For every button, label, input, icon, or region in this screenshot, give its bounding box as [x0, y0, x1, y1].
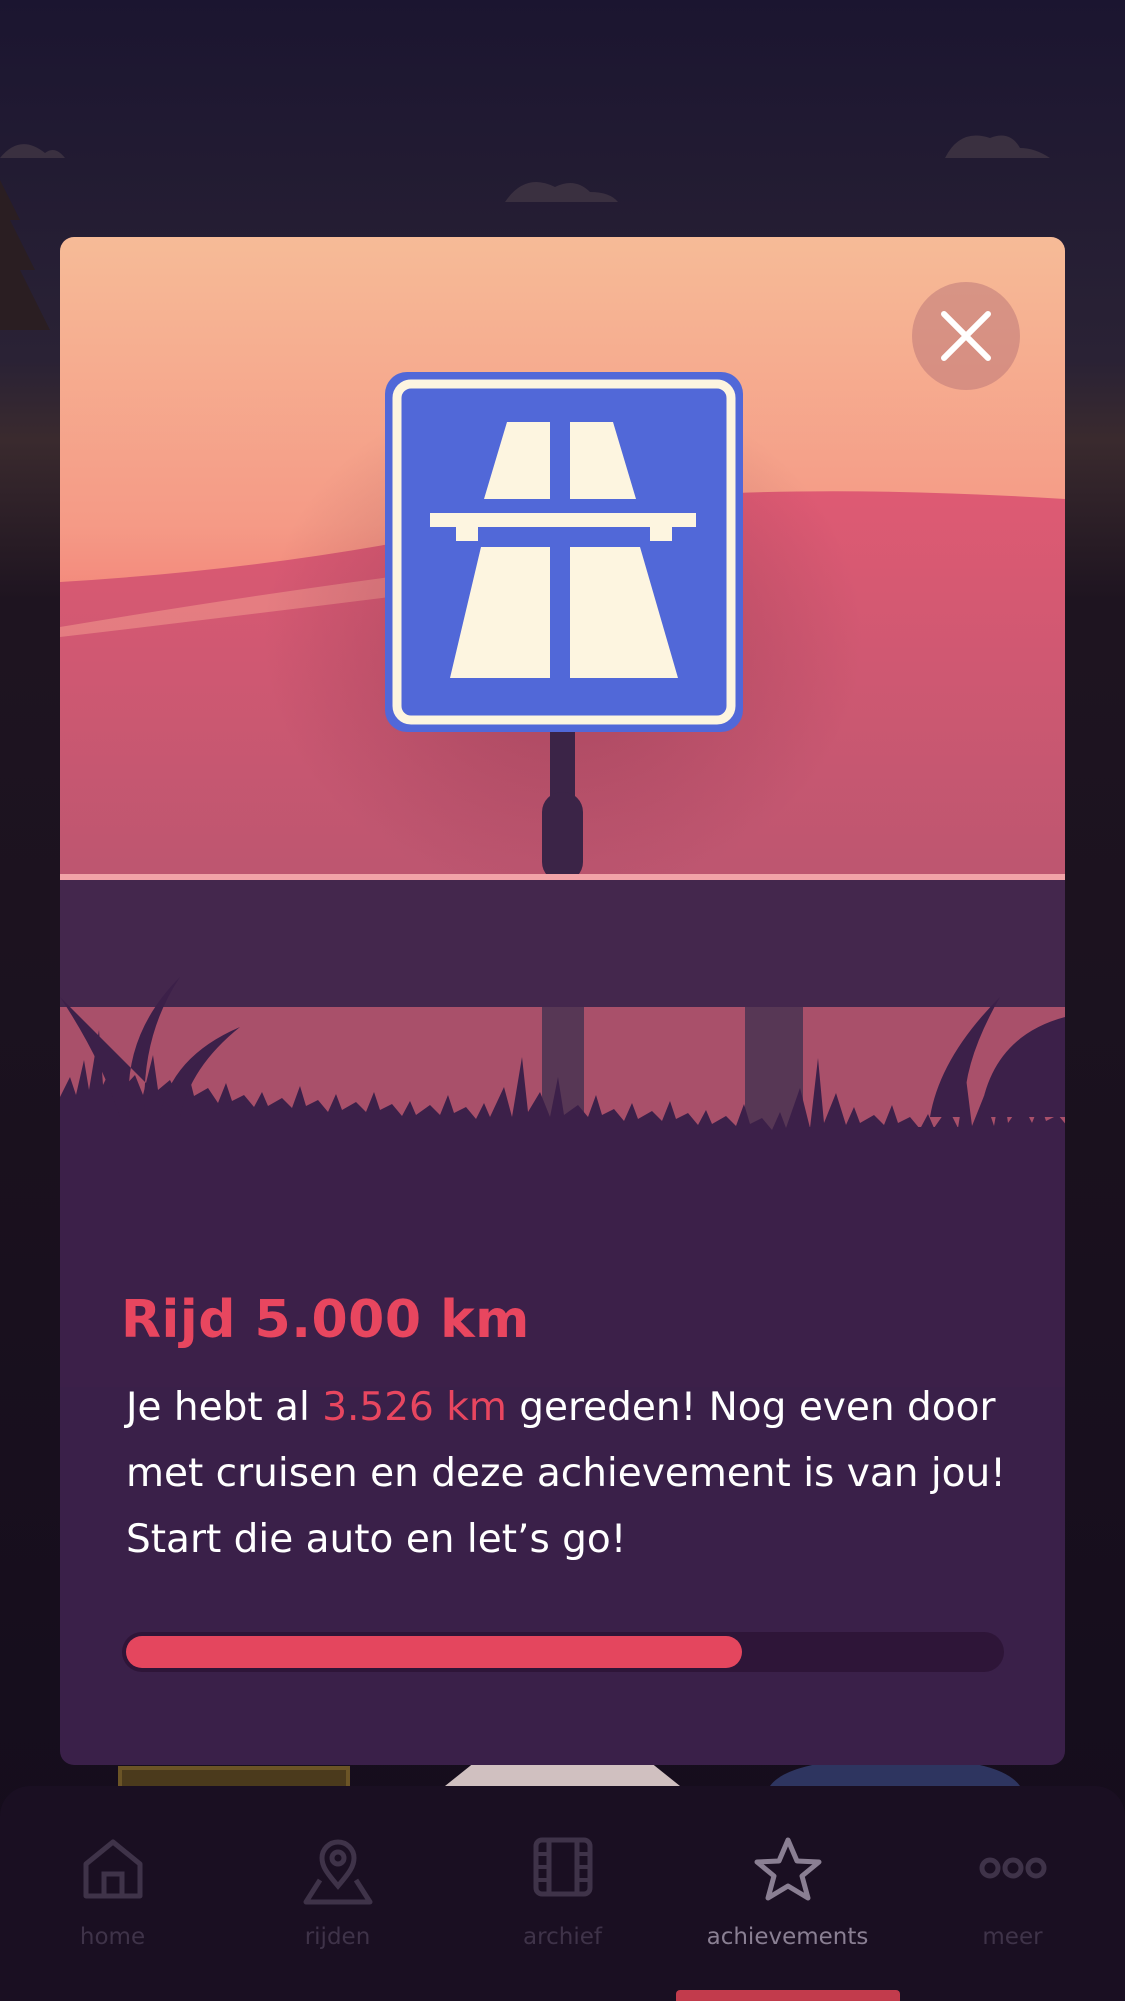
close-button[interactable] — [912, 282, 1020, 390]
home-icon — [83, 1839, 142, 1899]
achievement-modal: Rijd 5.000 km Je hebt al 3.526 km gerede… — [60, 237, 1065, 1765]
tab-archief-label: archief — [523, 1924, 602, 1950]
progress-bar-fill — [126, 1636, 742, 1668]
tab-home[interactable]: home — [0, 1786, 225, 2001]
close-icon — [941, 311, 991, 361]
film-icon — [533, 1837, 592, 1897]
tab-archief[interactable]: archief — [450, 1786, 675, 2001]
tab-achievements-label: achievements — [706, 1924, 869, 1950]
tab-achievements[interactable]: achievements — [675, 1786, 900, 2001]
achievement-illustration — [60, 237, 1065, 1387]
achievement-title: Rijd 5.000 km — [121, 1290, 530, 1350]
tab-rijden[interactable]: rijden — [225, 1786, 450, 2001]
distance-driven: 3.526 km — [322, 1385, 507, 1430]
tab-meer[interactable]: meer — [900, 1786, 1125, 2001]
map-pin-icon — [303, 1839, 372, 1905]
active-tab-indicator — [676, 1990, 900, 2001]
motorway-sign-icon — [385, 372, 743, 732]
bottom-tab-bar: home rijden archief achievements meer — [0, 1786, 1125, 2001]
description-text-before: Je hebt al — [126, 1385, 323, 1430]
more-dots-icon — [979, 1857, 1046, 1879]
tab-rijden-label: rijden — [304, 1924, 371, 1950]
progress-bar — [122, 1632, 1004, 1672]
achievement-description: Je hebt al 3.526 km gereden! Nog even do… — [126, 1375, 1006, 1573]
tab-meer-label: meer — [982, 1924, 1043, 1950]
tab-home-label: home — [79, 1924, 146, 1950]
star-icon — [754, 1837, 821, 1901]
